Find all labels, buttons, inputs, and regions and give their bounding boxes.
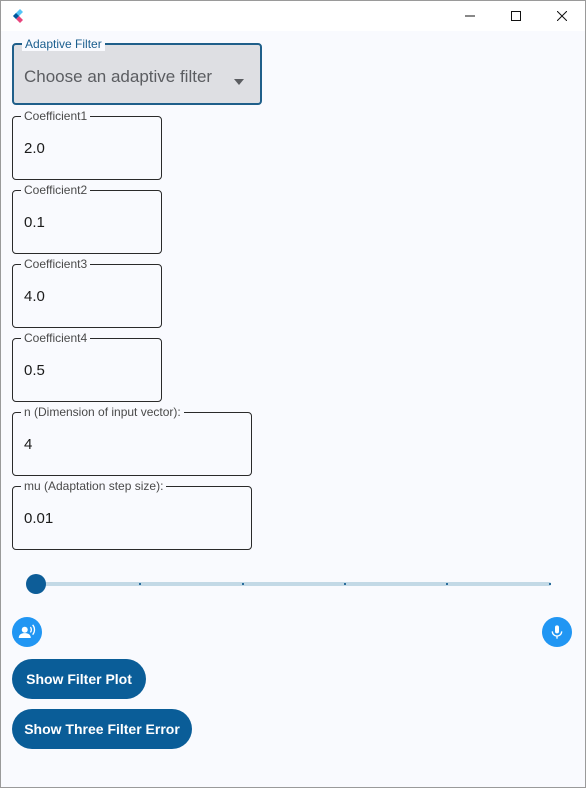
input-dimension-label: n (Dimension of input vector):: [21, 405, 184, 419]
coefficient2-value[interactable]: 0.1: [24, 214, 142, 231]
step-size-field[interactable]: mu (Adaptation step size): 0.01: [12, 479, 252, 550]
input-dimension-field[interactable]: n (Dimension of input vector): 4: [12, 405, 252, 476]
caret-down-icon: [234, 72, 244, 90]
slider-track: [35, 582, 551, 586]
microphone-button[interactable]: [542, 617, 572, 647]
maximize-button[interactable]: [493, 1, 539, 31]
microphone-icon: [551, 625, 563, 639]
flutter-logo-icon: [11, 8, 25, 24]
close-icon: [557, 11, 567, 21]
slider-tick: [549, 583, 551, 585]
dropdown-label: Adaptive Filter: [22, 37, 105, 51]
coefficient1-label: Coefficient1: [21, 109, 91, 123]
slider-tick: [344, 583, 346, 585]
coefficient3-label: Coefficient3: [21, 257, 91, 271]
coefficient1-field[interactable]: Coefficient1 2.0: [12, 109, 162, 180]
coefficient4-field[interactable]: Coefficient4 0.5: [12, 331, 162, 402]
voice-output-button[interactable]: [12, 617, 42, 647]
input-dimension-value[interactable]: 4: [24, 436, 214, 453]
record-voice-icon: [18, 624, 36, 638]
coefficient1-value[interactable]: 2.0: [24, 140, 142, 157]
step-slider[interactable]: [25, 573, 555, 595]
title-bar: [1, 1, 585, 31]
minimize-button[interactable]: [447, 1, 493, 31]
slider-tick: [139, 583, 141, 585]
coefficient4-value[interactable]: 0.5: [24, 362, 142, 379]
dropdown-placeholder: Choose an adaptive filter: [24, 67, 213, 86]
slider-tick: [446, 583, 448, 585]
step-size-label: mu (Adaptation step size):: [21, 479, 167, 493]
app-window: Adaptive Filter Choose an adaptive filte…: [0, 0, 586, 788]
minimize-icon: [465, 15, 475, 17]
coefficient2-label: Coefficient2: [21, 183, 91, 197]
show-filter-plot-button[interactable]: Show Filter Plot: [12, 659, 146, 699]
close-button[interactable]: [539, 1, 585, 31]
coefficient4-label: Coefficient4: [21, 331, 91, 345]
slider-tick: [242, 583, 244, 585]
adaptive-filter-dropdown[interactable]: Adaptive Filter Choose an adaptive filte…: [12, 37, 262, 105]
step-size-value[interactable]: 0.01: [24, 510, 214, 527]
maximize-icon: [511, 11, 521, 21]
coefficient3-field[interactable]: Coefficient3 4.0: [12, 257, 162, 328]
coefficient2-field[interactable]: Coefficient2 0.1: [12, 183, 162, 254]
main-content: Adaptive Filter Choose an adaptive filte…: [1, 31, 585, 787]
coefficient3-value[interactable]: 4.0: [24, 288, 142, 305]
slider-thumb[interactable]: [26, 574, 46, 594]
show-three-filter-error-button[interactable]: Show Three Filter Error: [12, 709, 192, 749]
